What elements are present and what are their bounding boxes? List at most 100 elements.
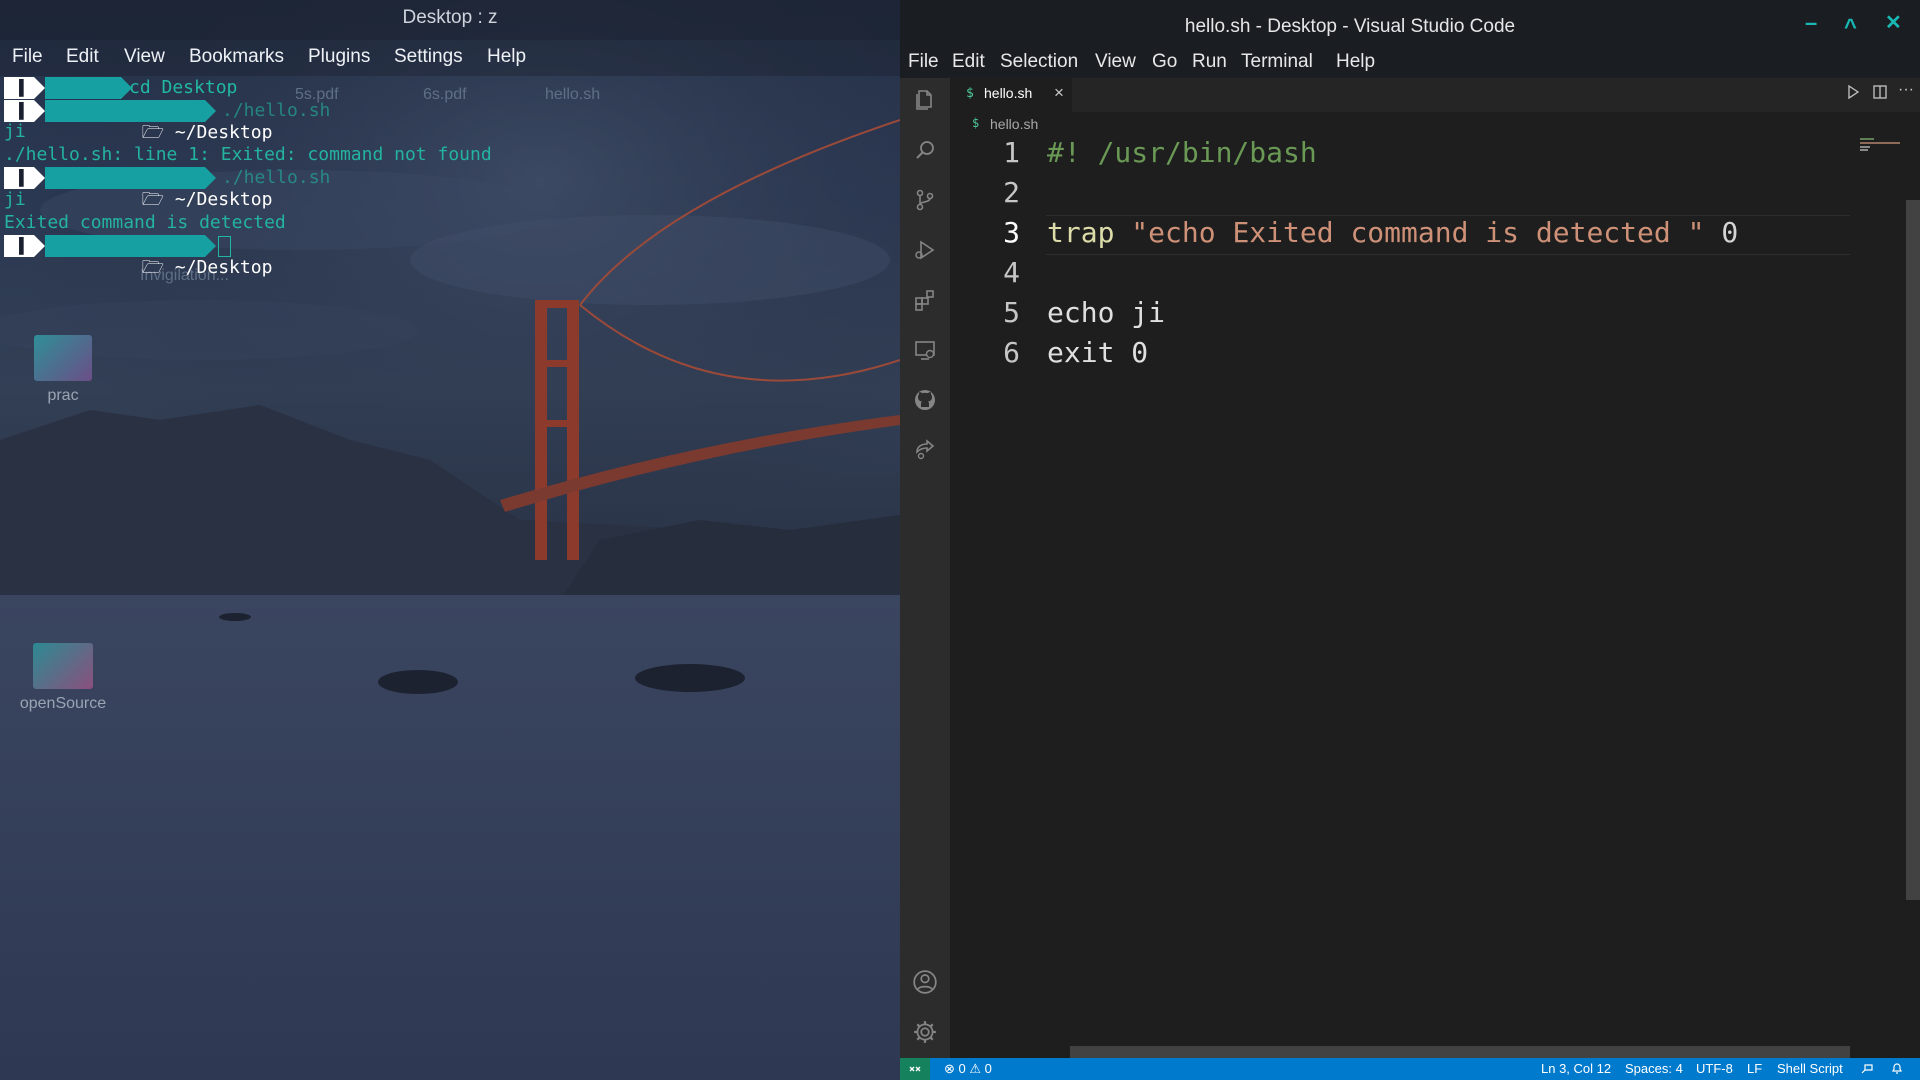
language-mode[interactable]: Shell Script	[1777, 1061, 1843, 1076]
prompt-home-segment: ⌂ ~	[45, 77, 174, 120]
konsole-menu-file[interactable]: File	[12, 46, 43, 68]
shell-file-icon: $	[972, 116, 980, 130]
prompt-desktop-segment: 🗁 ~/Desktop	[45, 100, 272, 143]
konsole-window-title: Desktop : z	[402, 7, 498, 28]
activity-bar	[900, 78, 950, 1058]
vscode-window-title: hello.sh - Desktop - Visual Studio Code	[1184, 16, 1516, 37]
settings-gear-icon[interactable]	[900, 1012, 950, 1052]
prompt-desktop-path: ~/Desktop	[174, 122, 273, 143]
error-icon: ⊗	[944, 1061, 955, 1076]
status-bar: ⊗ 0 ⚠ 0 Ln 3, Col 12 Spaces: 4 UTF-8 LF …	[900, 1058, 1920, 1080]
terminal-prompt-badge-icon: ▐	[4, 167, 34, 189]
code-line: exit 0	[1047, 336, 1149, 369]
warning-count: 0	[984, 1061, 992, 1076]
konsole-menu-plugins[interactable]: Plugins	[308, 46, 370, 68]
run-file-icon[interactable]	[1845, 84, 1861, 105]
desktop-icon-label: prac	[47, 387, 79, 404]
vscode-window: hello.sh - Desktop - Visual Studio Code …	[900, 0, 1920, 1080]
prompt-desktop-segment: 🗁 ~/Desktop	[45, 235, 272, 278]
vscode-menubar: File Edit Selection View Go Run Terminal…	[900, 46, 1920, 78]
search-icon[interactable]	[900, 130, 950, 170]
warning-icon: ⚠	[969, 1061, 982, 1076]
terminal-prompt-badge-icon: ▐	[4, 100, 34, 122]
prompt-separator-arrow	[205, 167, 216, 189]
extensions-icon[interactable]	[900, 280, 950, 320]
vscode-menu-selection[interactable]: Selection	[1000, 51, 1078, 73]
code-string: "echo Exited command is detected "	[1131, 216, 1705, 249]
konsole-menu-view[interactable]: View	[124, 46, 165, 68]
remote-explorer-icon[interactable]	[900, 330, 950, 370]
vscode-menu-run[interactable]: Run	[1192, 51, 1227, 73]
split-editor-icon[interactable]	[1872, 84, 1888, 105]
source-control-icon[interactable]	[900, 180, 950, 220]
indentation-setting[interactable]: Spaces: 4	[1625, 1061, 1683, 1076]
desktop-icon-label: openSource	[19, 695, 107, 712]
prompt-desktop-path: ~/Desktop	[174, 257, 273, 278]
konsole-titlebar: Desktop : z	[0, 0, 900, 40]
error-count: 0	[958, 1061, 966, 1076]
folder-icon: 🗁	[141, 122, 165, 143]
terminal-command: ./hello.sh	[222, 100, 331, 121]
prompt-separator-arrow	[34, 167, 45, 189]
cursor-position[interactable]: Ln 3, Col 12	[1541, 1061, 1611, 1076]
line-number: 6	[1003, 336, 1020, 369]
code-editor[interactable]: 1 #! /usr/bin/bash 2 3 trap "echo Exited…	[950, 136, 1876, 1046]
live-share-icon[interactable]	[900, 430, 950, 470]
eol-setting[interactable]: LF	[1747, 1061, 1762, 1076]
close-button[interactable]: ✕	[1885, 10, 1902, 35]
terminal-output-area[interactable]: ▐ ⌂ ~ cd Desktop ▐ 🗁 ~/Desktop ./hello.s…	[0, 77, 900, 377]
vscode-menu-edit[interactable]: Edit	[952, 51, 985, 73]
code-argument: 0	[1721, 216, 1739, 249]
konsole-menubar: File Edit View Bookmarks Plugins Setting…	[0, 40, 900, 76]
remote-indicator[interactable]	[900, 1058, 930, 1080]
line-number: 2	[1003, 176, 1020, 209]
line-number: 1	[1003, 136, 1020, 169]
breadcrumb: $ hello.sh	[950, 112, 1920, 136]
github-icon[interactable]	[900, 380, 950, 420]
folder-icon	[33, 643, 93, 689]
terminal-command: cd Desktop	[129, 77, 238, 98]
code-line: #! /usr/bin/bash	[1047, 136, 1317, 169]
desktop-icon-opensource[interactable]: openSource	[18, 643, 108, 713]
minimize-button[interactable]: –	[1805, 10, 1817, 36]
konsole-menu-edit[interactable]: Edit	[66, 46, 99, 68]
more-actions-icon[interactable]: ···	[1898, 81, 1914, 99]
notifications-bell-icon[interactable]	[1890, 1061, 1904, 1078]
terminal-cursor	[218, 236, 231, 257]
terminal-prompt-line: ▐ ⌂ ~ cd Desktop	[4, 77, 237, 120]
maximize-button[interactable]: ^	[1844, 14, 1857, 40]
vscode-menu-file[interactable]: File	[908, 51, 939, 73]
terminal-prompt-line: ▐ 🗁 ~/Desktop ./hello.sh	[4, 100, 330, 143]
code-line: echo ji	[1047, 296, 1166, 329]
desktop-wallpaper: Desktop : z File Edit View Bookmarks Plu…	[0, 0, 900, 1080]
tab-label: hello.sh	[984, 85, 1033, 101]
line-number: 4	[1003, 256, 1020, 289]
horizontal-scrollbar[interactable]	[1070, 1046, 1850, 1058]
folder-icon: 🗁	[141, 257, 165, 278]
vscode-menu-go[interactable]: Go	[1152, 51, 1177, 73]
vscode-menu-terminal[interactable]: Terminal	[1241, 51, 1313, 73]
vscode-menu-help[interactable]: Help	[1336, 51, 1375, 73]
vscode-titlebar: hello.sh - Desktop - Visual Studio Code …	[900, 0, 1920, 46]
editor-tab-bar: $ hello.sh × ···	[950, 78, 1920, 112]
vscode-menu-view[interactable]: View	[1095, 51, 1136, 73]
explorer-icon[interactable]	[900, 80, 950, 120]
terminal-command: ./hello.sh	[222, 167, 331, 188]
konsole-menu-help[interactable]: Help	[487, 46, 526, 68]
feedback-icon[interactable]	[1860, 1061, 1874, 1078]
terminal-prompt-badge-icon: ▐	[4, 77, 34, 99]
konsole-menu-bookmarks[interactable]: Bookmarks	[189, 46, 284, 68]
terminal-prompt-line: ▐ 🗁 ~/Desktop ./hello.sh	[4, 167, 330, 210]
konsole-menu-settings[interactable]: Settings	[394, 46, 463, 68]
encoding-setting[interactable]: UTF-8	[1696, 1061, 1733, 1076]
breadcrumb-item-file[interactable]: hello.sh	[990, 116, 1038, 132]
problems-indicator[interactable]: ⊗ 0 ⚠ 0	[944, 1061, 992, 1077]
vertical-scrollbar[interactable]	[1906, 200, 1920, 900]
account-icon[interactable]	[900, 962, 950, 1002]
prompt-desktop-path: ~/Desktop	[174, 189, 273, 210]
run-debug-icon[interactable]	[900, 230, 950, 270]
tab-close-button[interactable]: ×	[1054, 83, 1064, 103]
tab-hello-sh[interactable]: $ hello.sh ×	[950, 78, 1072, 112]
minimap[interactable]	[1850, 136, 1905, 1046]
desktop-icon-prac[interactable]: prac	[18, 335, 108, 405]
